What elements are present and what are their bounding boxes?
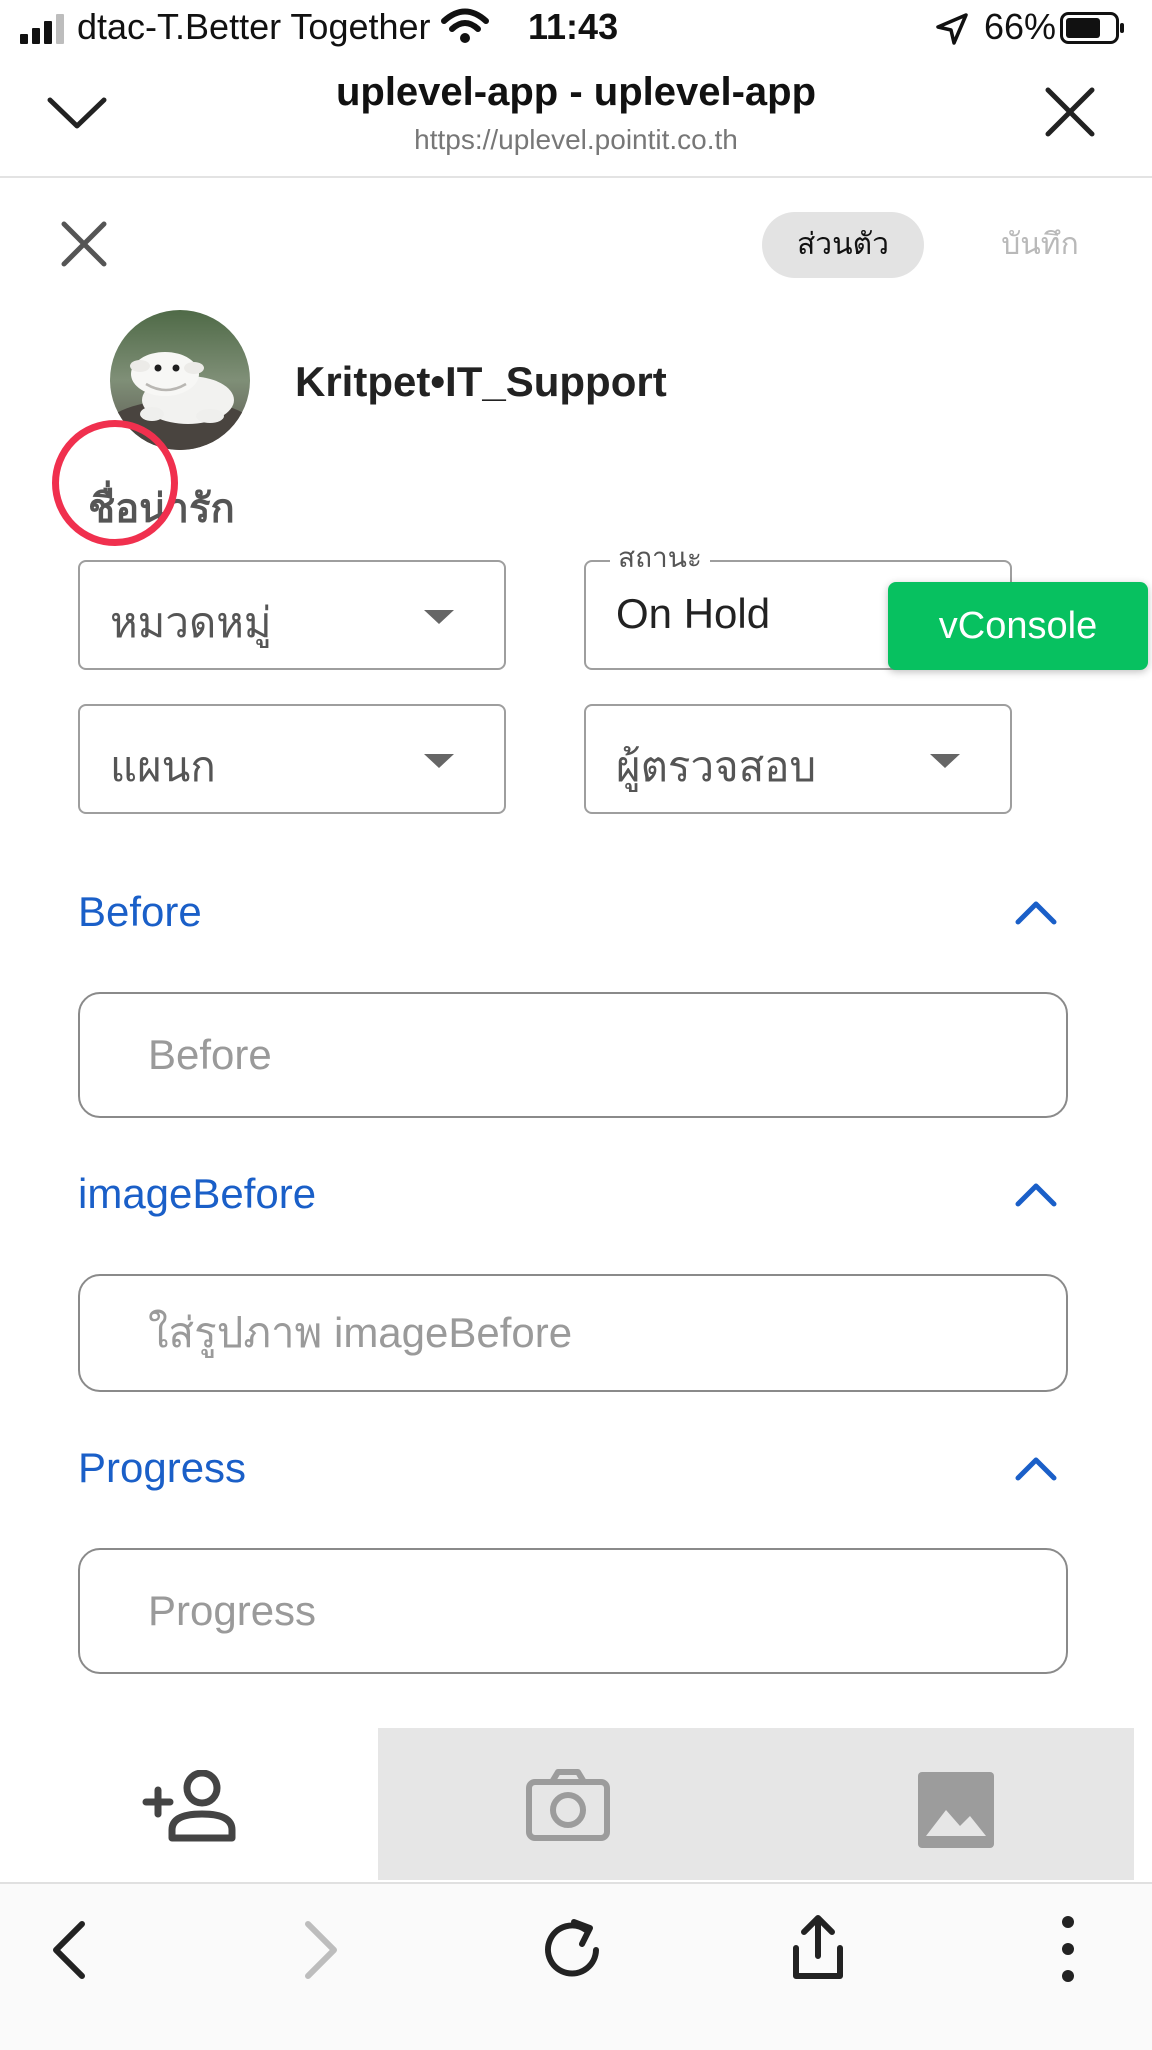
save-button[interactable]: บันทึก	[990, 212, 1090, 278]
private-button[interactable]: ส่วนตัว	[762, 212, 924, 278]
browser-bottom-bar	[0, 1882, 1152, 2050]
browser-header: uplevel-app - uplevel-app https://upleve…	[0, 58, 1152, 178]
wifi-icon	[441, 8, 489, 43]
chevron-up-icon[interactable]	[1014, 900, 1058, 926]
back-arrow-icon[interactable]	[50, 1920, 90, 1980]
add-person-icon	[142, 1770, 236, 1842]
chevron-up-icon[interactable]	[1014, 1456, 1058, 1482]
forward-arrow-icon[interactable]	[300, 1920, 340, 1980]
progress-placeholder: Progress	[148, 1587, 317, 1634]
before-placeholder: Before	[148, 1031, 272, 1078]
inspector-select[interactable]: ผู้ตรวจสอบ	[584, 704, 1012, 814]
battery-icon	[1060, 12, 1124, 44]
location-arrow-icon	[936, 13, 968, 45]
section-header-progress[interactable]: Progress	[78, 1444, 246, 1492]
page-title: uplevel-app - uplevel-app	[335, 70, 817, 114]
dropdown-caret-icon	[424, 754, 454, 768]
status-value: On Hold	[616, 590, 771, 637]
share-icon[interactable]	[790, 1912, 846, 1982]
close-browser-icon[interactable]	[1040, 82, 1100, 142]
image-before-placeholder: ใส่รูปภาพ imageBefore	[148, 1309, 573, 1356]
more-options-icon[interactable]	[1060, 1914, 1076, 1984]
camera-icon[interactable]	[526, 1768, 610, 1842]
highlight-ring	[52, 420, 178, 546]
vconsole-button[interactable]: vConsole	[888, 582, 1148, 670]
category-select[interactable]: หมวดหมู่	[78, 560, 506, 670]
department-placeholder: แผนก	[110, 743, 216, 790]
status-label: สถานะ	[610, 536, 710, 580]
image-icon[interactable]	[918, 1772, 994, 1848]
dropdown-caret-icon	[424, 610, 454, 624]
section-header-before[interactable]: Before	[78, 888, 202, 936]
department-select[interactable]: แผนก	[78, 704, 506, 814]
dropdown-caret-icon	[930, 754, 960, 768]
close-form-icon[interactable]	[58, 218, 110, 270]
carrier-name: dtac-T.Better Together	[77, 6, 431, 47]
category-placeholder: หมวดหมู่	[110, 599, 272, 646]
signal-icon	[20, 14, 64, 44]
image-before-input[interactable]: ใส่รูปภาพ imageBefore	[78, 1274, 1068, 1392]
section-header-image-before[interactable]: imageBefore	[78, 1170, 316, 1218]
status-bar: dtac-T.Better Together 11:43 66%	[0, 0, 1152, 58]
page-url: https://uplevel.pointit.co.th	[414, 124, 738, 155]
reload-icon[interactable]	[542, 1916, 602, 1980]
username: Kritpet•IT_Support	[295, 358, 667, 405]
battery-percentage: 66%	[984, 6, 1057, 47]
before-input[interactable]: Before	[78, 992, 1068, 1118]
progress-input[interactable]: Progress	[78, 1548, 1068, 1674]
inspector-placeholder: ผู้ตรวจสอบ	[616, 743, 817, 790]
media-tabs	[378, 1728, 1134, 1880]
clock: 11:43	[528, 6, 619, 47]
chevron-up-icon[interactable]	[1014, 1182, 1058, 1208]
add-person-tab[interactable]	[0, 1728, 378, 1880]
